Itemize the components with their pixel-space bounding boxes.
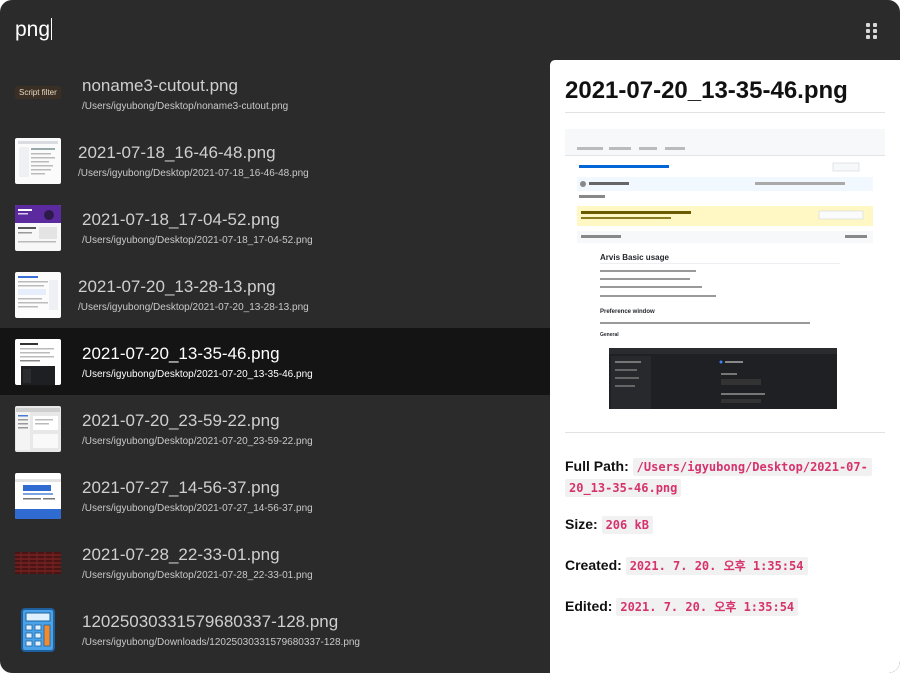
- result-path: /Users/igyubong/Desktop/2021-07-20_13-35…: [82, 369, 313, 380]
- dark-doc-thumbnail-icon: [15, 339, 61, 385]
- result-row[interactable]: 2021-07-20_13-28-13.png /Users/igyubong/…: [0, 261, 550, 328]
- calculator-icon: [15, 607, 61, 653]
- preview-image: Arvis Basic usage Preference window Gene…: [565, 129, 885, 409]
- divider: [565, 432, 885, 433]
- search-input[interactable]: png: [15, 18, 53, 42]
- result-path: /Users/igyubong/Desktop/2021-07-27_14-56…: [82, 503, 313, 514]
- edited-value: 2021. 7. 20. 오후 1:35:54: [616, 598, 799, 616]
- preview-title: 2021-07-20_13-35-46.png: [565, 77, 848, 104]
- preview-image-section: General: [600, 332, 619, 338]
- result-title: 2021-07-18_16-46-48.png: [78, 143, 276, 162]
- result-row[interactable]: 2021-07-18_16-46-48.png /Users/igyubong/…: [0, 127, 550, 194]
- script-filter-badge: Script filter: [15, 86, 61, 99]
- result-title: 2021-07-28_22-33-01.png: [82, 545, 280, 564]
- created-value: 2021. 7. 20. 오후 1:35:54: [625, 557, 808, 575]
- result-path: /Users/igyubong/Desktop/2021-07-20_13-28…: [78, 302, 309, 313]
- result-path: /Users/igyubong/Desktop/noname3-cutout.p…: [82, 101, 289, 112]
- edited-label: Edited:: [565, 598, 613, 614]
- result-row-selected[interactable]: 2021-07-20_13-35-46.png /Users/igyubong/…: [0, 328, 550, 395]
- result-row[interactable]: 2021-07-27_14-56-37.png /Users/igyubong/…: [0, 462, 550, 529]
- document-thumbnail-icon: [15, 138, 61, 184]
- size-value: 206 kB: [601, 516, 653, 534]
- search-query: png: [15, 18, 51, 41]
- preview-image-subheading: Preference window: [600, 309, 655, 315]
- created-label: Created:: [565, 557, 622, 573]
- preview-panel: 2021-07-20_13-35-46.png Arvis Basic usag…: [550, 60, 900, 673]
- result-title: 2021-07-18_17-04-52.png: [82, 210, 280, 229]
- red-grid-thumbnail-icon: [15, 540, 61, 586]
- result-row[interactable]: 2021-07-18_17-04-52.png /Users/igyubong/…: [0, 194, 550, 261]
- result-path: /Users/igyubong/Desktop/2021-07-28_22-33…: [82, 570, 313, 581]
- size-row: Size: 206 kB: [565, 514, 885, 535]
- full-path-row: Full Path: /Users/igyubong/Desktop/2021-…: [565, 456, 885, 498]
- divider: [565, 112, 885, 113]
- result-path: /Users/igyubong/Desktop/2021-07-20_23-59…: [82, 436, 313, 447]
- preview-image-heading: Arvis Basic usage: [600, 253, 669, 262]
- result-path: /Users/igyubong/Desktop/2021-07-18_16-46…: [78, 168, 309, 179]
- result-row[interactable]: 2021-07-28_22-33-01.png /Users/igyubong/…: [0, 529, 550, 596]
- full-path-value-line1: /Users/igyubong/Desktop/2021-07-: [632, 458, 872, 476]
- launcher-window: png Script filter noname3-cutout.png /Us…: [0, 0, 900, 673]
- blue-web-thumbnail-icon: [15, 473, 61, 519]
- window-thumbnail-icon: [15, 406, 61, 452]
- result-title: 2021-07-20_13-35-46.png: [82, 344, 280, 363]
- edited-row: Edited: 2021. 7. 20. 오후 1:35:54: [565, 596, 885, 617]
- results-list: Script filter noname3-cutout.png /Users/…: [0, 60, 550, 673]
- result-title: 2021-07-20_23-59-22.png: [82, 411, 280, 430]
- result-row[interactable]: 2021-07-20_23-59-22.png /Users/igyubong/…: [0, 395, 550, 462]
- result-title: 2021-07-20_13-28-13.png: [78, 277, 276, 296]
- result-path: /Users/igyubong/Desktop/2021-07-18_17-04…: [82, 235, 313, 246]
- text-caret: [51, 18, 53, 40]
- full-path-value-line2: 20_13-35-46.png: [565, 479, 682, 497]
- purple-web-thumbnail-icon: [15, 205, 61, 251]
- created-row: Created: 2021. 7. 20. 오후 1:35:54: [565, 555, 885, 576]
- size-label: Size:: [565, 516, 598, 532]
- result-title: 12025030331579680337-128.png: [82, 612, 339, 631]
- result-row[interactable]: Script filter noname3-cutout.png /Users/…: [0, 60, 550, 127]
- result-title: 2021-07-27_14-56-37.png: [82, 478, 280, 497]
- grid-menu-icon[interactable]: [866, 23, 878, 39]
- document-thumbnail-icon: [15, 272, 61, 318]
- result-path: /Users/igyubong/Downloads/12025030331579…: [82, 637, 360, 648]
- result-title: noname3-cutout.png: [82, 76, 238, 95]
- full-path-label: Full Path:: [565, 458, 629, 474]
- result-row[interactable]: 12025030331579680337-128.png /Users/igyu…: [0, 596, 550, 663]
- search-bar[interactable]: png: [0, 0, 900, 60]
